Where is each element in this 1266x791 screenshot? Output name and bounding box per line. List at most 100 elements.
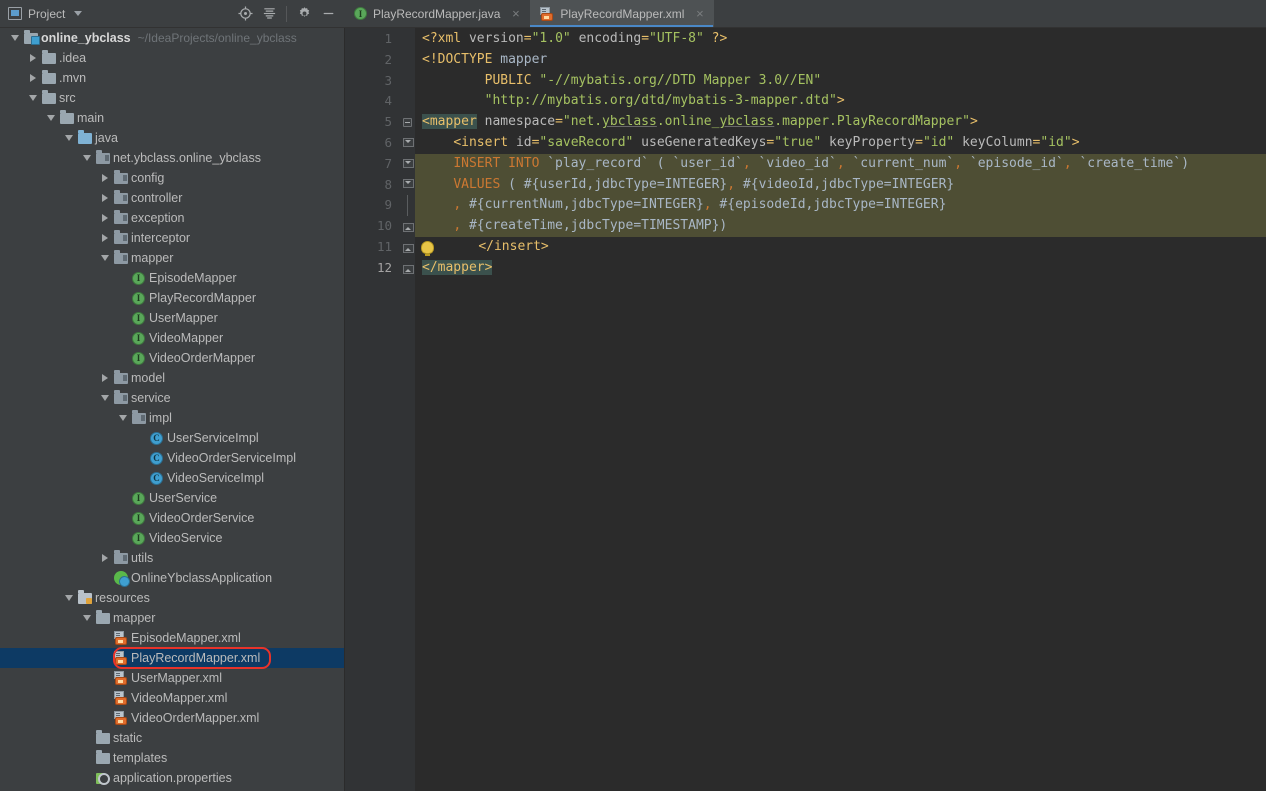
tree-node[interactable]: mapper bbox=[0, 248, 344, 268]
chevron-down-icon[interactable] bbox=[26, 95, 40, 101]
tree-node[interactable]: I VideoMapper bbox=[0, 328, 344, 348]
code-line[interactable]: INSERT INTO `play_record` ( `user_id`, `… bbox=[415, 153, 1266, 175]
tree-node[interactable]: java bbox=[0, 128, 344, 148]
tree-node[interactable]: C VideoOrderServiceImpl bbox=[0, 448, 344, 468]
chevron-right-icon[interactable] bbox=[98, 174, 112, 182]
code-fold-toggle[interactable] bbox=[400, 133, 415, 154]
tree-node[interactable]: application.properties bbox=[0, 768, 344, 788]
code-editor[interactable]: 1 2 3 4 5 6 7 8 9 10 11 12 <?xml version="1.0" enco… bbox=[345, 28, 1266, 791]
tree-node[interactable]: static bbox=[0, 728, 344, 748]
line-number: 5 bbox=[384, 114, 392, 130]
project-tree[interactable]: online_ybclass ~/IdeaProjects/online_ybcl… bbox=[0, 28, 345, 791]
project-panel-title[interactable]: Project bbox=[8, 7, 83, 21]
code-fold-toggle[interactable] bbox=[400, 237, 415, 258]
chevron-down-icon[interactable] bbox=[44, 115, 58, 121]
tree-node[interactable]: impl bbox=[0, 408, 344, 428]
chevron-right-icon[interactable] bbox=[98, 374, 112, 382]
chevron-down-icon[interactable] bbox=[80, 155, 94, 161]
chevron-down-icon[interactable] bbox=[74, 11, 83, 16]
tree-node[interactable]: OnlineYbclassApplication bbox=[0, 568, 344, 588]
tree-node[interactable]: model bbox=[0, 368, 344, 388]
tree-node[interactable]: controller bbox=[0, 188, 344, 208]
ide-body: online_ybclass ~/IdeaProjects/online_ybcl… bbox=[0, 28, 1266, 791]
tree-node[interactable]: resources bbox=[0, 588, 344, 608]
editor-tab-playrecordmapper-java[interactable]: I PlayRecordMapper.java × bbox=[345, 0, 530, 27]
locate-icon[interactable] bbox=[234, 3, 256, 25]
code-fold-toggle[interactable] bbox=[400, 175, 415, 196]
chevron-right-icon[interactable] bbox=[98, 214, 112, 222]
editor-fold-gutter[interactable] bbox=[400, 28, 415, 791]
tree-node[interactable]: net.ybclass.online_ybclass bbox=[0, 148, 344, 168]
tree-node[interactable]: I EpisodeMapper bbox=[0, 268, 344, 288]
code-line[interactable]: </insert> bbox=[415, 236, 1266, 258]
chevron-right-icon[interactable] bbox=[98, 194, 112, 202]
code-fold-toggle[interactable] bbox=[400, 216, 415, 237]
tree-node[interactable]: online_ybclass ~/IdeaProjects/online_ybcl… bbox=[0, 28, 344, 48]
tree-node[interactable]: .idea bbox=[0, 48, 344, 68]
line-number: 11 bbox=[376, 238, 392, 254]
chevron-down-icon[interactable] bbox=[116, 415, 130, 421]
tree-node[interactable]: VideoMapper.xml bbox=[0, 688, 344, 708]
tree-node[interactable]: main bbox=[0, 108, 344, 128]
close-icon[interactable]: × bbox=[694, 7, 705, 20]
code-line[interactable]: VALUES ( #{userId,jdbcType=INTEGER}, #{v… bbox=[415, 174, 1266, 196]
tree-node[interactable]: I UserMapper bbox=[0, 308, 344, 328]
tree-node[interactable]: utils bbox=[0, 548, 344, 568]
code-line[interactable]: <insert id="saveRecord" useGeneratedKeys… bbox=[415, 132, 1266, 154]
tree-node[interactable]: I PlayRecordMapper bbox=[0, 288, 344, 308]
gear-icon[interactable] bbox=[293, 3, 315, 25]
code-line[interactable]: <mapper namespace="net.ybclass.online_yb… bbox=[415, 112, 1266, 133]
tree-node[interactable]: templates bbox=[0, 748, 344, 768]
tree-node[interactable]: UserMapper.xml bbox=[0, 668, 344, 688]
chevron-right-icon[interactable] bbox=[26, 54, 40, 62]
editor-code-area[interactable]: <?xml version="1.0" encoding="UTF-8" ?> <… bbox=[415, 28, 1266, 791]
tree-node[interactable]: interceptor bbox=[0, 228, 344, 248]
project-folder-icon bbox=[23, 29, 40, 45]
code-fold-toggle[interactable] bbox=[400, 258, 415, 279]
code-line[interactable]: <!DOCTYPE mapper bbox=[415, 50, 1266, 71]
tree-node[interactable]: exception bbox=[0, 208, 344, 228]
chevron-down-icon[interactable] bbox=[98, 395, 112, 401]
chevron-right-icon[interactable] bbox=[26, 74, 40, 82]
chevron-down-icon[interactable] bbox=[8, 35, 22, 41]
tree-node-label: net.ybclass.online_ybclass bbox=[113, 151, 261, 165]
close-icon[interactable]: × bbox=[510, 7, 521, 20]
tree-node[interactable]: service bbox=[0, 388, 344, 408]
tree-node[interactable]: PlayRecordMapper.xml bbox=[0, 648, 344, 668]
tree-node[interactable]: EpisodeMapper.xml bbox=[0, 628, 344, 648]
tree-node[interactable]: I VideoOrderService bbox=[0, 508, 344, 528]
line-number: 7 bbox=[384, 155, 392, 171]
tree-node[interactable]: src bbox=[0, 88, 344, 108]
code-line[interactable]: </mapper> bbox=[415, 258, 1266, 279]
chevron-right-icon[interactable] bbox=[98, 234, 112, 242]
tree-node[interactable]: .mvn bbox=[0, 68, 344, 88]
hide-panel-icon[interactable] bbox=[317, 3, 339, 25]
tree-node[interactable]: C VideoServiceImpl bbox=[0, 468, 344, 488]
tree-node[interactable]: I UserService bbox=[0, 488, 344, 508]
collapse-all-icon[interactable] bbox=[258, 3, 280, 25]
tree-node[interactable]: mapper bbox=[0, 608, 344, 628]
intention-bulb-icon[interactable] bbox=[421, 241, 434, 256]
code-line[interactable]: <?xml version="1.0" encoding="UTF-8" ?> bbox=[415, 29, 1266, 50]
code-line[interactable]: PUBLIC "-//mybatis.org//DTD Mapper 3.0//… bbox=[415, 71, 1266, 92]
code-fold-toggle[interactable] bbox=[400, 112, 415, 133]
tree-node[interactable]: I VideoService bbox=[0, 528, 344, 548]
code-line[interactable]: "http://mybatis.org/dtd/mybatis-3-mapper… bbox=[415, 91, 1266, 112]
code-line[interactable]: , #{createTime,jdbcType=TIMESTAMP}) bbox=[415, 216, 1266, 237]
chevron-right-icon[interactable] bbox=[98, 554, 112, 562]
code-line[interactable]: , #{currentNum,jdbcType=INTEGER}, #{epis… bbox=[415, 195, 1266, 217]
interface-icon: I bbox=[132, 291, 145, 305]
editor-tab-playrecordmapper-xml[interactable]: PlayRecordMapper.xml × bbox=[530, 0, 715, 27]
code-fold-toggle[interactable] bbox=[400, 154, 415, 175]
tree-node[interactable]: I VideoOrderMapper bbox=[0, 348, 344, 368]
tree-node-icon bbox=[94, 609, 111, 624]
chevron-down-icon[interactable] bbox=[62, 595, 76, 601]
tree-node[interactable]: VideoOrderMapper.xml bbox=[0, 708, 344, 728]
chevron-down-icon[interactable] bbox=[62, 135, 76, 141]
tree-node-label: VideoOrderMapper bbox=[149, 351, 256, 365]
tree-node[interactable]: config bbox=[0, 168, 344, 188]
code-fold-spacer bbox=[400, 91, 415, 112]
chevron-down-icon[interactable] bbox=[98, 255, 112, 261]
tree-node[interactable]: C UserServiceImpl bbox=[0, 428, 344, 448]
chevron-down-icon[interactable] bbox=[80, 615, 94, 621]
